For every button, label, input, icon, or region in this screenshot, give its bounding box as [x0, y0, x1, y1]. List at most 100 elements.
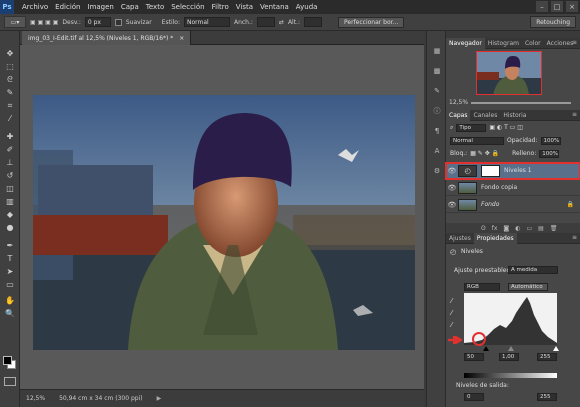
layer-name[interactable]: Fondo copia: [481, 184, 517, 191]
navigator-zoom[interactable]: 12,5%: [449, 99, 468, 106]
preset-select[interactable]: A medida: [508, 266, 558, 274]
clone-stamp-tool-icon[interactable]: ⊥: [4, 158, 16, 168]
input-gamma-value[interactable]: 1,00: [499, 353, 519, 361]
auto-button[interactable]: Automático: [508, 283, 548, 291]
eye-icon[interactable]: 👁: [446, 167, 458, 175]
brush-tool-icon[interactable]: ✐: [4, 145, 16, 155]
tab-ajustes[interactable]: Ajustes: [446, 233, 474, 244]
quick-mask-icon[interactable]: [4, 377, 16, 386]
tab-histogram[interactable]: Histogram: [485, 38, 522, 49]
move-tool-icon[interactable]: ✥: [4, 49, 16, 59]
document-canvas[interactable]: [20, 45, 424, 389]
pen-tool-icon[interactable]: ✒: [4, 241, 16, 251]
menu-archivo[interactable]: Archivo: [22, 3, 48, 11]
tab-historia[interactable]: Historia: [500, 110, 529, 121]
menu-texto[interactable]: Texto: [146, 3, 164, 11]
maximize-button[interactable]: □: [551, 1, 563, 12]
lock-icons[interactable]: ▦ ✎ ✥ 🔒: [470, 150, 499, 157]
swatches-panel-icon[interactable]: ▩: [432, 67, 442, 76]
paragraph-panel-icon[interactable]: ¶: [432, 127, 442, 136]
width-input[interactable]: [256, 17, 275, 27]
tool-presets-icon[interactable]: ⚙: [432, 167, 442, 176]
menu-capa[interactable]: Capa: [121, 3, 139, 11]
input-white-value[interactable]: 255: [537, 353, 557, 361]
eye-icon[interactable]: 👁: [446, 201, 458, 209]
adjustment-layer-icon[interactable]: ◐: [515, 225, 520, 232]
blend-mode-select[interactable]: Normal: [450, 136, 504, 145]
fill-input[interactable]: 100%: [539, 149, 560, 158]
layer-row-niveles[interactable]: 👁 ◴ Niveles 1: [445, 162, 580, 180]
menu-ayuda[interactable]: Ayuda: [296, 3, 318, 11]
layer-row-fondo-copia[interactable]: 👁 Fondo copia: [446, 180, 580, 196]
path-select-tool-icon[interactable]: ➤: [4, 267, 16, 277]
gradient-tool-icon[interactable]: ▥: [4, 197, 16, 207]
menu-filtro[interactable]: Filtro: [212, 3, 229, 11]
minimize-button[interactable]: –: [536, 1, 548, 12]
input-black-slider[interactable]: [483, 346, 489, 351]
trash-icon[interactable]: 🗑: [550, 225, 558, 232]
output-white-value[interactable]: 255: [537, 393, 557, 401]
opacity-input[interactable]: 100%: [540, 136, 561, 145]
antialias-checkbox[interactable]: [114, 18, 122, 26]
layer-mask-thumbnail[interactable]: [481, 164, 500, 177]
height-input[interactable]: [304, 17, 322, 27]
add-mask-icon[interactable]: ◙: [503, 225, 509, 232]
tab-close-icon[interactable]: ×: [179, 35, 184, 42]
channel-select[interactable]: RGB: [464, 283, 500, 291]
input-white-slider[interactable]: [553, 346, 559, 351]
panel-menu-icon[interactable]: ≡: [572, 39, 577, 46]
layer-name[interactable]: Niveles 1: [504, 167, 532, 174]
output-black-value[interactable]: 0: [464, 393, 484, 401]
foreground-color-swatch[interactable]: [3, 356, 12, 365]
shape-tool-icon[interactable]: ▭: [4, 280, 16, 290]
history-brush-tool-icon[interactable]: ↺: [4, 171, 16, 181]
fx-icon[interactable]: fx: [492, 225, 498, 232]
properties-menu-icon[interactable]: ≡: [572, 234, 577, 241]
eyedropper-gray-icon[interactable]: ⁄: [451, 309, 452, 317]
crop-tool-icon[interactable]: ⌗: [4, 101, 16, 111]
eyedropper-tool-icon[interactable]: ⁄: [4, 114, 16, 124]
history-panel-icon[interactable]: ▦: [432, 47, 442, 56]
marquee-tool-preset-icon[interactable]: ▭▾: [4, 16, 26, 28]
new-layer-icon[interactable]: ▤: [538, 225, 544, 232]
layers-menu-icon[interactable]: ≡: [572, 111, 577, 118]
tab-navegador[interactable]: Navegador: [446, 37, 485, 49]
info-panel-icon[interactable]: ⓘ: [432, 107, 442, 116]
character-panel-icon[interactable]: A: [432, 147, 442, 156]
swap-icon[interactable]: ⇄: [279, 19, 284, 26]
menu-edicion[interactable]: Edición: [55, 3, 80, 11]
marquee-tool-icon[interactable]: ⬚: [4, 62, 16, 72]
eyedropper-black-icon[interactable]: ⁄: [451, 297, 452, 305]
type-tool-icon[interactable]: T: [4, 254, 16, 264]
eyedropper-white-icon[interactable]: ⁄: [451, 321, 452, 329]
layer-name[interactable]: Fondo: [481, 201, 499, 208]
menu-seleccion[interactable]: Selección: [171, 3, 204, 11]
filter-icons[interactable]: ▣ ◐ T ▭ ◫: [489, 124, 523, 131]
input-gray-slider[interactable]: [508, 346, 514, 351]
zoom-readout[interactable]: 12,5%: [26, 395, 45, 402]
group-icon[interactable]: ▭: [526, 225, 532, 232]
feather-input[interactable]: 0 px: [84, 17, 111, 27]
zoom-tool-icon[interactable]: 🔍: [4, 309, 16, 319]
tab-color[interactable]: Color: [522, 38, 544, 49]
quick-select-tool-icon[interactable]: ✎: [4, 88, 16, 98]
document-tab[interactable]: img_03_I-Edit.tif al 12,5% (Niveles 1, R…: [22, 31, 192, 45]
tab-propiedades[interactable]: Propiedades: [473, 232, 517, 244]
workspace-switcher[interactable]: Retouching: [530, 16, 576, 28]
tab-capas[interactable]: Capas: [446, 109, 471, 121]
eraser-tool-icon[interactable]: ◫: [4, 184, 16, 194]
close-button[interactable]: ×: [566, 1, 578, 12]
layer-filter-select[interactable]: Tipo: [456, 123, 487, 132]
menu-imagen[interactable]: Imagen: [88, 3, 114, 11]
input-black-value[interactable]: 50: [464, 353, 484, 361]
link-layers-icon[interactable]: ʘ: [481, 225, 486, 232]
layer-row-fondo[interactable]: 👁 Fondo 🔒: [446, 197, 580, 213]
navigator-thumbnail[interactable]: [476, 51, 542, 95]
brush-panel-icon[interactable]: ✎: [432, 87, 442, 96]
navigator-zoom-slider[interactable]: [471, 102, 571, 104]
eye-icon[interactable]: 👁: [446, 184, 458, 192]
style-select[interactable]: Normal: [183, 17, 230, 27]
blur-tool-icon[interactable]: ◆: [4, 210, 16, 220]
dodge-tool-icon[interactable]: ●: [4, 223, 16, 233]
refine-edge-button[interactable]: Perfeccionar bor...: [338, 16, 405, 28]
